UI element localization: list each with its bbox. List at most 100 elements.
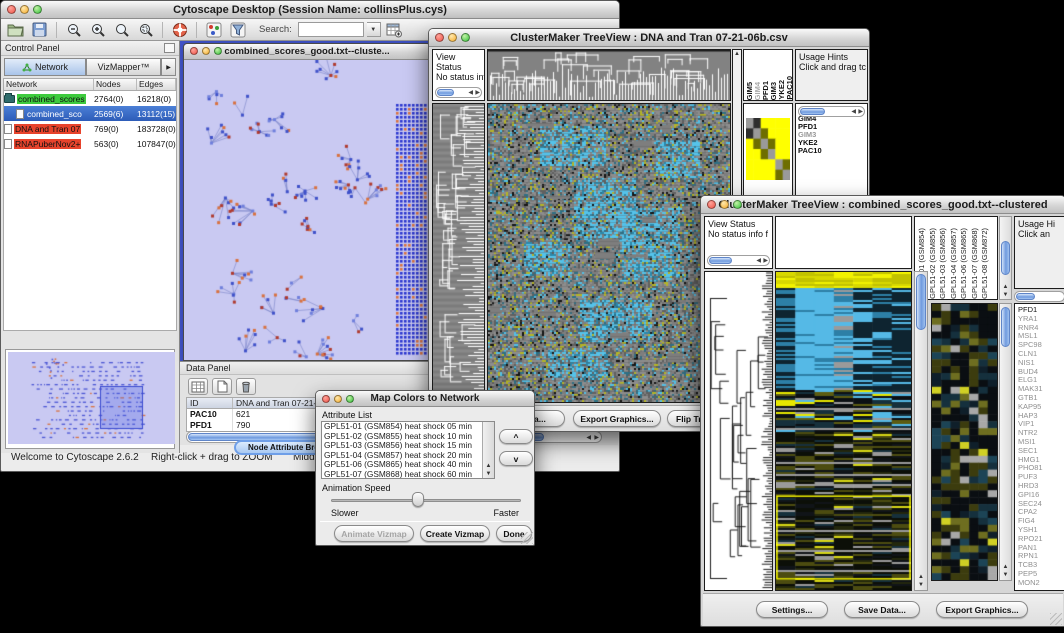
row-dendrogram-panel[interactable]: [432, 103, 485, 403]
export-graphics-button[interactable]: Export Graphics...: [573, 410, 661, 427]
scroll-left-icon[interactable]: ◀: [851, 107, 856, 117]
column-id[interactable]: ID: [187, 398, 233, 408]
zoom-hscrollbar[interactable]: ◀ ▶: [798, 106, 865, 117]
zoom-column-label[interactable]: GPL51-02 (GSM855): [928, 228, 939, 299]
export-graphics-button[interactable]: Export Graphics...: [936, 601, 1028, 618]
open-session-button[interactable]: [5, 20, 26, 39]
search-dropdown-icon[interactable]: ▼: [367, 22, 381, 37]
scroll-down-icon[interactable]: ▼: [1000, 292, 1011, 298]
scrollbar-thumb[interactable]: [1001, 241, 1010, 275]
minimize-button[interactable]: [448, 33, 457, 42]
close-button[interactable]: [190, 47, 198, 55]
zoom-fit-icon[interactable]: [135, 20, 156, 39]
tab-vizmapper[interactable]: VizMapper™: [86, 58, 161, 76]
treeview-dna-titlebar[interactable]: ClusterMaker TreeView : DNA and Tran 07-…: [429, 29, 869, 47]
heatmap-vscrollbar[interactable]: ▲ ▼: [914, 271, 928, 591]
network-list-row[interactable]: DNA and Tran 07769(0)183728(0): [4, 121, 176, 136]
float-panel-icon[interactable]: [164, 43, 175, 53]
minimize-button[interactable]: [334, 395, 342, 403]
gene-label[interactable]: PAC10: [796, 147, 867, 155]
network-view-titlebar[interactable]: combined_scores_good.txt--cluste...: [184, 44, 430, 60]
scroll-down-icon[interactable]: ▼: [483, 471, 494, 477]
close-button[interactable]: [435, 33, 444, 42]
tab-overflow-icon[interactable]: ▶: [161, 58, 176, 76]
labels-vscrollbar[interactable]: ▲ ▼: [999, 216, 1012, 300]
scrollbar-thumb[interactable]: [437, 89, 454, 96]
column-dendrogram-panel[interactable]: [775, 216, 912, 269]
minimize-button[interactable]: [720, 200, 729, 209]
scroll-up-icon[interactable]: ▲: [1000, 284, 1011, 290]
resize-grip[interactable]: [1050, 613, 1062, 625]
delete-attribute-icon[interactable]: [236, 378, 256, 395]
zoom-button[interactable]: [733, 200, 742, 209]
global-heatmap-canvas[interactable]: [488, 104, 730, 402]
create-vizmap-button[interactable]: Create Vizmap: [420, 525, 490, 542]
scroll-right-icon[interactable]: ▶: [475, 88, 480, 98]
treeview-combined-titlebar[interactable]: ClusterMaker TreeView : combined_scores_…: [701, 196, 1064, 214]
zoom-button[interactable]: [214, 47, 222, 55]
zoom-in-icon[interactable]: [87, 20, 108, 39]
row-dendrogram-canvas[interactable]: [705, 272, 772, 590]
network-overview-canvas[interactable]: [8, 352, 175, 444]
column-nodes[interactable]: Nodes: [94, 79, 137, 90]
status-hscrollbar[interactable]: ◀ ▶: [435, 87, 482, 98]
scrollbar-thumb[interactable]: [709, 257, 732, 264]
global-heatmap-canvas[interactable]: [776, 272, 911, 590]
move-down-button[interactable]: v: [499, 451, 533, 466]
row-dendrogram-canvas[interactable]: [433, 104, 484, 402]
resize-grip[interactable]: [521, 532, 533, 544]
scroll-right-icon[interactable]: ▶: [763, 256, 768, 266]
zoom-button[interactable]: [33, 5, 42, 14]
column-network[interactable]: Network: [4, 79, 94, 90]
scroll-up-icon[interactable]: ▲: [915, 574, 927, 580]
zoom-column-label[interactable]: GPL51-08 (GSM872): [980, 228, 991, 299]
network-canvas[interactable]: [184, 60, 430, 360]
attribute-table-icon[interactable]: [188, 378, 208, 395]
scrollbar-thumb[interactable]: [1001, 307, 1010, 347]
zoom-column-label[interactable]: GPL51-07 (GSM868): [970, 228, 981, 299]
scroll-right-icon[interactable]: ▶: [594, 433, 599, 443]
global-heatmap-panel[interactable]: [775, 271, 912, 591]
scroll-up-icon[interactable]: ▲: [483, 463, 494, 469]
settings-button[interactable]: Settings...: [756, 601, 828, 618]
animation-speed-slider[interactable]: [331, 499, 521, 502]
attribute-item[interactable]: GPL51-07 (GSM868) heat shock 60 min: [322, 470, 494, 479]
column-dendrogram-panel[interactable]: [487, 49, 731, 101]
gene-label[interactable]: MON2: [1015, 579, 1064, 588]
zoom-button[interactable]: [461, 33, 470, 42]
scroll-right-icon[interactable]: ▶: [858, 107, 863, 117]
column-edges[interactable]: Edges: [137, 79, 176, 90]
zoom-heatmap-panel[interactable]: [931, 303, 998, 581]
scroll-left-icon[interactable]: ◀: [468, 88, 473, 98]
animate-vizmap-button[interactable]: Animate Vizmap: [334, 525, 414, 542]
zoom-column-label[interactable]: GPL51-04 (GSM857): [949, 228, 960, 299]
scroll-down-icon[interactable]: ▼: [915, 582, 927, 588]
zoom-column-label[interactable]: GPL51-03 (GSM856): [938, 228, 949, 299]
save-data-button[interactable]: Save Data...: [844, 601, 920, 618]
scroll-down-icon[interactable]: ▼: [1000, 572, 1011, 578]
minimize-button[interactable]: [202, 47, 210, 55]
minimize-button[interactable]: [20, 5, 29, 14]
attribute-list-vscrollbar[interactable]: ▲ ▼: [482, 422, 494, 478]
search-input[interactable]: [298, 22, 364, 37]
scrollbar-thumb[interactable]: [1016, 293, 1035, 300]
close-button[interactable]: [7, 5, 16, 14]
dialog-titlebar[interactable]: Map Colors to Network: [316, 391, 534, 407]
help-lifering-icon[interactable]: [169, 20, 190, 39]
status-hscrollbar[interactable]: ◀ ▶: [707, 255, 770, 266]
scroll-left-icon[interactable]: ◀: [756, 256, 761, 266]
zoom-out-icon[interactable]: [63, 20, 84, 39]
close-button[interactable]: [322, 395, 330, 403]
slider-thumb[interactable]: [412, 492, 424, 507]
tab-network[interactable]: Network: [4, 58, 86, 76]
hints-hscrollbar[interactable]: [1014, 291, 1064, 302]
zoom-heatmap-canvas[interactable]: [746, 118, 790, 180]
scroll-left-icon[interactable]: ◀: [586, 433, 591, 443]
scrollbar-thumb[interactable]: [800, 108, 825, 115]
close-button[interactable]: [707, 200, 716, 209]
network-list-row[interactable]: combined_scores2764(0)16218(0): [4, 91, 176, 106]
import-table-icon[interactable]: [384, 20, 405, 39]
filter-icon[interactable]: [227, 20, 248, 39]
network-list-row[interactable]: combined_sco2569(6)13112(15): [4, 106, 176, 121]
new-attribute-icon[interactable]: [212, 378, 232, 395]
